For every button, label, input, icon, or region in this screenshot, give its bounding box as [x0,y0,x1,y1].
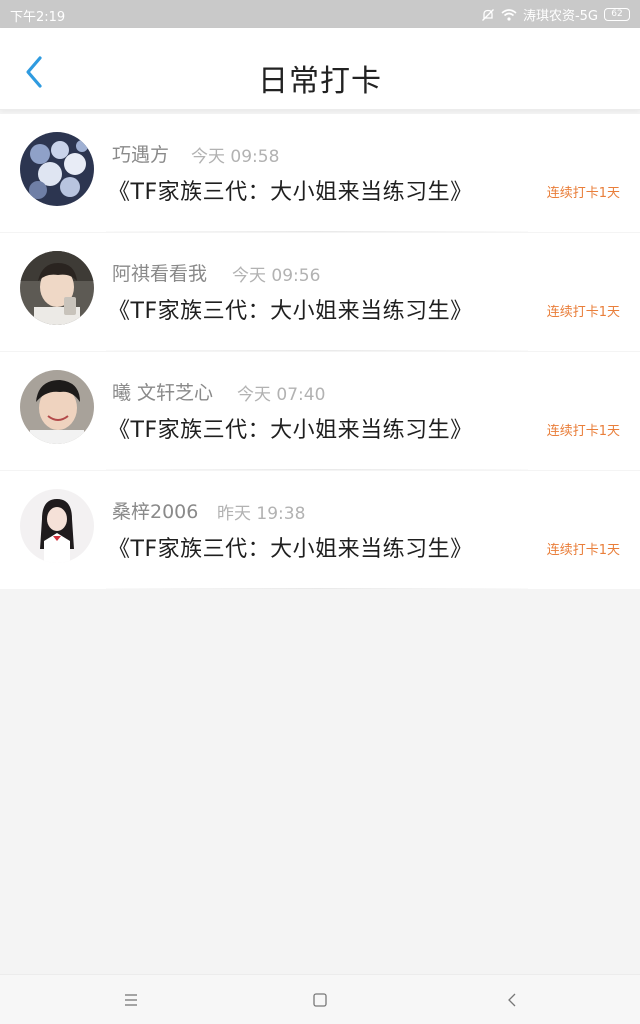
book-title-link[interactable]: 《TF家族三代：大小姐来当练习生》 [108,174,473,206]
avatar[interactable] [20,489,94,563]
checkin-time: 今天 09:56 [232,266,321,286]
streak-label: 连续打卡1天 [546,305,620,320]
divider [106,469,528,470]
checkin-time: 昨天 19:38 [217,504,306,524]
home-button[interactable] [309,989,331,1011]
user-name[interactable]: 巧遇方 [112,140,169,167]
back-nav-button[interactable] [501,989,523,1011]
avatar[interactable] [20,132,94,206]
user-name[interactable]: 阿祺看看我 [112,259,207,286]
streak-label: 连续打卡1天 [546,543,620,558]
status-right: 涛琪农资-5G 62 [481,5,630,24]
list-item[interactable]: 曦 文轩芝心 今天 07:40 《TF家族三代：大小姐来当练习生》 连续打卡1天 [0,352,640,470]
system-nav-bar [0,974,640,1024]
carrier-label: 涛琪农资-5G [522,9,598,24]
checkin-time: 今天 07:40 [237,385,326,405]
divider [106,350,528,351]
list-item[interactable]: 桑梓2006 昨天 19:38 《TF家族三代：大小姐来当练习生》 连续打卡1天 [0,471,640,589]
back-triangle-icon [508,993,516,1007]
user-name[interactable]: 桑梓2006 [112,497,198,524]
user-name[interactable]: 曦 文轩芝心 [112,378,213,405]
battery-level: 62 [611,9,623,19]
divider [106,231,528,232]
streak-label: 连续打卡1天 [546,186,620,201]
list-item[interactable]: 阿祺看看我 今天 09:56 《TF家族三代：大小姐来当练习生》 连续打卡1天 [0,233,640,351]
battery-icon: 62 [604,8,630,21]
divider [106,588,528,589]
status-time: 下午2:19 [10,10,66,25]
checkin-list: 巧遇方 今天 09:58 《TF家族三代：大小姐来当练习生》 连续打卡1天 阿祺… [0,114,640,589]
wifi-icon [501,8,517,21]
book-title-link[interactable]: 《TF家族三代：大小姐来当练习生》 [108,531,473,563]
avatar[interactable] [20,370,94,444]
avatar[interactable] [20,251,94,325]
status-bar: 下午2:19 涛琪农资-5G 62 [0,0,640,28]
app-header: 日常打卡 [0,28,640,110]
list-item[interactable]: 巧遇方 今天 09:58 《TF家族三代：大小姐来当练习生》 连续打卡1天 [0,114,640,232]
bell-off-icon [481,8,495,22]
page-title: 日常打卡 [258,64,382,99]
home-square-icon [313,993,327,1007]
book-title-link[interactable]: 《TF家族三代：大小姐来当练习生》 [108,293,473,325]
menu-icon [125,994,137,1006]
menu-button[interactable] [120,989,142,1011]
checkin-time: 今天 09:58 [191,147,280,167]
book-title-link[interactable]: 《TF家族三代：大小姐来当练习生》 [108,412,473,444]
streak-label: 连续打卡1天 [546,424,620,439]
